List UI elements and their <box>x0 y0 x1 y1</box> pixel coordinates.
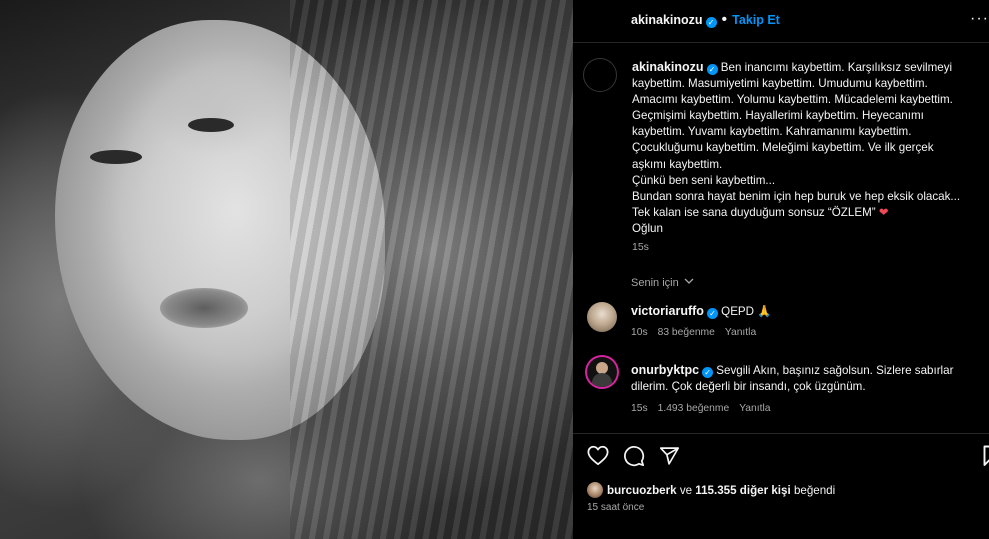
comment-time[interactable]: 15s <box>631 403 648 414</box>
comment-time[interactable]: 10s <box>631 327 648 338</box>
photo-eye-right <box>188 118 234 132</box>
comment-filter-label: Senin için <box>631 277 679 289</box>
caption-line: kaybettim. Masumiyetimi kaybettim. Umudu… <box>632 77 928 91</box>
header-avatar[interactable] <box>583 4 615 36</box>
photo-hair <box>290 0 573 539</box>
liker-avatar[interactable] <box>587 482 603 498</box>
comment-icon[interactable] <box>623 445 645 467</box>
post-sidebar: akinakinozu ✓ • Takip Et ··· akinakinozu ✓ B… <box>573 0 989 539</box>
likes-others[interactable]: 115.355 diğer kişi <box>695 484 790 497</box>
liker-username[interactable]: burcuozberk <box>607 484 677 497</box>
comment-text: Sevgili Akın, başınız sağolsun. Sizlere … <box>716 364 954 377</box>
post-viewer: akinakinozu ✓ • Takip Et ··· akinakinozu ✓ B… <box>0 0 989 539</box>
commenter-username[interactable]: onurbyktpc <box>631 363 699 377</box>
separator-dot: • <box>721 11 728 28</box>
share-icon[interactable] <box>659 446 680 466</box>
caption-line: kaybettim. Yuvamı kaybettim. Kahramanımı… <box>632 125 912 139</box>
caption-line: Tek kalan ise sana duyduğum sonsuz “ÖZLE… <box>632 205 876 219</box>
post-header: akinakinozu ✓ • Takip Et ··· <box>573 0 989 43</box>
likes-summary: burcuozberk ve 115.355 diğer kişi beğend… <box>587 482 835 498</box>
caption-line: Çocukluğumu kaybettim. Meleğimi kaybetti… <box>632 141 934 155</box>
verified-icon: ✓ <box>705 17 717 28</box>
post-caption: akinakinozu ✓ Ben inancımı kaybettim. Kar… <box>632 59 984 255</box>
caption-line: Çünkü ben seni kaybettim... <box>632 173 776 187</box>
header-username[interactable]: akinakinozu <box>631 13 703 27</box>
caption-line: Geçmişimi kaybettim. Hayallerimi kaybett… <box>632 109 924 123</box>
chevron-down-icon <box>684 278 694 284</box>
heart-emoji-icon: ❤ <box>878 205 889 219</box>
comment-text: QEPD 🙏 <box>721 305 772 318</box>
commenter-avatar[interactable] <box>587 302 617 332</box>
photo-eye-left <box>90 150 142 164</box>
reply-button[interactable]: Yanıtla <box>725 327 756 338</box>
caption-time[interactable]: 15s <box>632 239 984 255</box>
caption-line: Oğlun <box>632 221 663 235</box>
follow-button[interactable]: Takip Et <box>732 13 780 27</box>
caption-line: Bundan sonra hayat benim için hep buruk … <box>632 189 961 203</box>
comment-filter[interactable]: Senin için <box>631 277 694 289</box>
verified-icon: ✓ <box>706 308 718 319</box>
comment-item: onurbyktpc ✓ Sevgili Akın, başınız sağols… <box>587 357 982 417</box>
caption-line: Amacımı kaybettim. Yolumu kaybettim. Müc… <box>632 93 953 107</box>
comment-item: victoriaruffo ✓ QEPD 🙏 10s 83 beğenme Yanıt… <box>587 302 982 342</box>
commenter-avatar[interactable] <box>587 357 617 387</box>
comment-likes[interactable]: 83 beğenme <box>658 327 715 338</box>
heart-icon[interactable] <box>587 445 609 466</box>
comment-text: dilerim. Çok değerli bir insandı, çok üz… <box>631 380 866 393</box>
verified-icon: ✓ <box>706 64 718 75</box>
caption-line: Ben inancımı kaybettim. Karşılıksız sevi… <box>720 61 953 74</box>
commenter-username[interactable]: victoriaruffo <box>631 304 704 318</box>
likes-connector: ve <box>679 484 693 497</box>
caption-line: aşkımı kaybettim. <box>632 157 723 171</box>
bookmark-icon[interactable] <box>983 445 989 467</box>
more-options-icon[interactable]: ··· <box>970 10 989 28</box>
verified-icon: ✓ <box>702 367 714 378</box>
reply-button[interactable]: Yanıtla <box>739 403 770 414</box>
comment-likes[interactable]: 1.493 beğenme <box>658 403 730 414</box>
divider <box>573 433 989 434</box>
caption-avatar[interactable] <box>583 58 617 92</box>
post-time[interactable]: 15 saat önce <box>587 502 644 513</box>
photo-lips <box>160 288 248 328</box>
caption-username[interactable]: akinakinozu <box>632 60 704 74</box>
post-photo[interactable] <box>0 0 573 539</box>
likes-suffix: beğendi <box>793 484 836 497</box>
